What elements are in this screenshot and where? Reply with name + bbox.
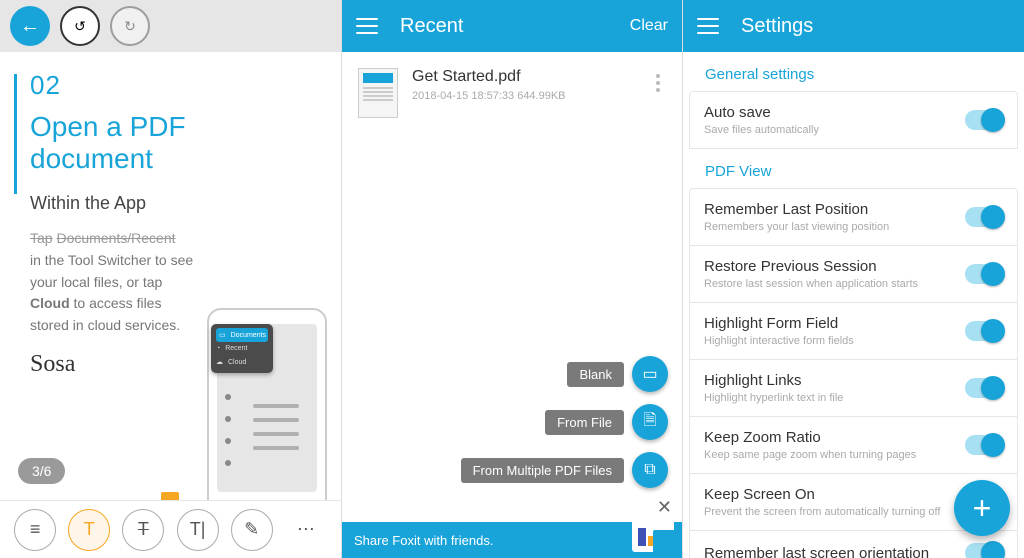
page-indicator[interactable]: 3/6 bbox=[18, 458, 65, 484]
file-icon: 🗎 bbox=[644, 409, 657, 436]
setting-subtitle: Highlight hyperlink text in file bbox=[704, 392, 955, 404]
setting-remember-last-position[interactable]: Remember Last Position Remembers your las… bbox=[689, 188, 1018, 246]
recent-pane: Recent Clear Get Started.pdf 2018-04-15 … bbox=[342, 0, 683, 558]
auto-save-toggle[interactable] bbox=[965, 110, 1003, 130]
setting-subtitle: Remembers your last viewing position bbox=[704, 221, 955, 233]
document-page: 02 Open a PDF document Within the App Ta… bbox=[0, 52, 341, 384]
list-tool[interactable]: ≡ bbox=[14, 509, 56, 551]
share-text: Share Foxit with friends. bbox=[354, 533, 493, 548]
file-meta: 2018-04-15 18:57:33 644.99KB bbox=[412, 90, 566, 102]
menu-button[interactable] bbox=[697, 18, 719, 34]
clear-button[interactable]: Clear bbox=[630, 17, 668, 35]
setting-toggle[interactable] bbox=[965, 264, 1003, 284]
general-section-title: General settings bbox=[689, 52, 1018, 91]
strike-icon: T bbox=[138, 519, 149, 540]
strikeout-tool[interactable]: T bbox=[122, 509, 164, 551]
fab-blank-label: Blank bbox=[567, 362, 624, 387]
setting-title: Highlight Form Field bbox=[704, 315, 955, 332]
pencil-icon: ✎ bbox=[244, 519, 259, 540]
text-tool[interactable]: T| bbox=[177, 509, 219, 551]
accent-bar bbox=[14, 74, 17, 194]
blank-page-icon: ▭ bbox=[642, 364, 657, 384]
setting-title: Remember Last Position bbox=[704, 201, 955, 218]
fab-fromfile-button[interactable]: 🗎 bbox=[632, 404, 668, 440]
setting-keep-zoom-ratio[interactable]: Keep Zoom Ratio Keep same page zoom when … bbox=[689, 417, 1018, 474]
phone-menu-popup: ▭Documents ◔Recent ☁Cloud bbox=[211, 324, 273, 373]
fab-blank-button[interactable]: ▭ bbox=[632, 356, 668, 392]
setting-highlight-form-field[interactable]: Highlight Form Field Highlight interactiv… bbox=[689, 303, 1018, 360]
setting-subtitle: Prevent the screen from automatically tu… bbox=[704, 506, 955, 518]
back-button[interactable]: ← bbox=[10, 6, 50, 46]
file-name: Get Started.pdf bbox=[412, 68, 566, 86]
list-icon: ≡ bbox=[30, 519, 41, 540]
back-arrow-icon: ← bbox=[20, 15, 40, 38]
setting-toggle[interactable] bbox=[965, 435, 1003, 455]
undo-button[interactable]: ↺ bbox=[60, 6, 100, 46]
editor-topbar: ← ↺ ↻ bbox=[0, 0, 341, 52]
create-fab-menu: Blank ▭ From File 🗎 From Multiple PDF Fi… bbox=[461, 356, 668, 488]
setting-auto-save[interactable]: Auto save Save files automatically bbox=[689, 91, 1018, 149]
highlight-icon: T bbox=[84, 519, 95, 540]
text-icon: T| bbox=[190, 519, 206, 540]
phone-illustration: ▭Documents ◔Recent ☁Cloud bbox=[207, 308, 327, 528]
setting-title: Restore Previous Session bbox=[704, 258, 955, 275]
fab-multi-label: From Multiple PDF Files bbox=[461, 458, 624, 483]
fab-multi-button[interactable]: ⧉ bbox=[632, 452, 668, 488]
setting-title: Remember last screen orientation bbox=[704, 545, 955, 558]
setting-toggle[interactable] bbox=[965, 378, 1003, 398]
recent-title: Recent bbox=[400, 15, 463, 38]
fab-fromfile-label: From File bbox=[545, 410, 624, 435]
settings-header: Settings bbox=[683, 0, 1024, 52]
recent-file-row[interactable]: Get Started.pdf 2018-04-15 18:57:33 644.… bbox=[342, 52, 682, 134]
undo-icon: ↺ bbox=[74, 18, 86, 35]
copy-icon: ⧉ bbox=[644, 461, 655, 479]
menu-button[interactable] bbox=[356, 18, 378, 34]
page-number-heading: 02 bbox=[30, 70, 319, 101]
pdfview-section-title: PDF View bbox=[689, 149, 1018, 188]
share-banner[interactable]: Share Foxit with friends. bbox=[342, 522, 682, 558]
highlight-tool[interactable]: T bbox=[68, 509, 110, 551]
settings-pane: Settings General settings Auto save Save… bbox=[683, 0, 1024, 558]
add-fab-button[interactable]: + bbox=[954, 480, 1010, 536]
settings-title: Settings bbox=[741, 15, 813, 38]
setting-subtitle: Restore last session when application st… bbox=[704, 278, 955, 290]
setting-subtitle: Save files automatically bbox=[704, 124, 955, 136]
setting-title: Keep Zoom Ratio bbox=[704, 429, 955, 446]
close-fab-button[interactable]: ✕ bbox=[657, 497, 672, 518]
annotation-toolbar: ≡ T T T| ✎ ⋯ bbox=[0, 500, 341, 558]
document-body: Tap Documents/Recent in the Tool Switche… bbox=[30, 228, 200, 336]
share-app-icon-2 bbox=[653, 530, 677, 554]
redo-icon: ↻ bbox=[124, 18, 136, 35]
plus-icon: + bbox=[973, 490, 992, 527]
setting-title: Auto save bbox=[704, 104, 955, 121]
pdf-viewer-pane: ← ↺ ↻ 02 Open a PDF document Within the … bbox=[0, 0, 342, 558]
setting-toggle[interactable] bbox=[965, 543, 1003, 558]
setting-restore-previous-session[interactable]: Restore Previous Session Restore last ses… bbox=[689, 246, 1018, 303]
file-thumbnail-icon bbox=[358, 68, 398, 118]
redo-button[interactable]: ↻ bbox=[110, 6, 150, 46]
file-more-button[interactable] bbox=[650, 68, 666, 98]
setting-title: Highlight Links bbox=[704, 372, 955, 389]
document-title: Open a PDF document bbox=[30, 111, 319, 175]
more-tool[interactable]: ⋯ bbox=[285, 509, 327, 551]
setting-toggle[interactable] bbox=[965, 207, 1003, 227]
more-icon: ⋯ bbox=[297, 519, 315, 540]
setting-toggle[interactable] bbox=[965, 321, 1003, 341]
document-subtitle: Within the App bbox=[30, 193, 319, 214]
setting-subtitle: Keep same page zoom when turning pages bbox=[704, 449, 955, 461]
recent-header: Recent Clear bbox=[342, 0, 682, 52]
pencil-tool[interactable]: ✎ bbox=[231, 509, 273, 551]
setting-subtitle: Highlight interactive form fields bbox=[704, 335, 955, 347]
setting-highlight-links[interactable]: Highlight Links Highlight hyperlink text … bbox=[689, 360, 1018, 417]
setting-remember-last-screen-orientation[interactable]: Remember last screen orientation bbox=[689, 531, 1018, 558]
setting-title: Keep Screen On bbox=[704, 486, 955, 503]
